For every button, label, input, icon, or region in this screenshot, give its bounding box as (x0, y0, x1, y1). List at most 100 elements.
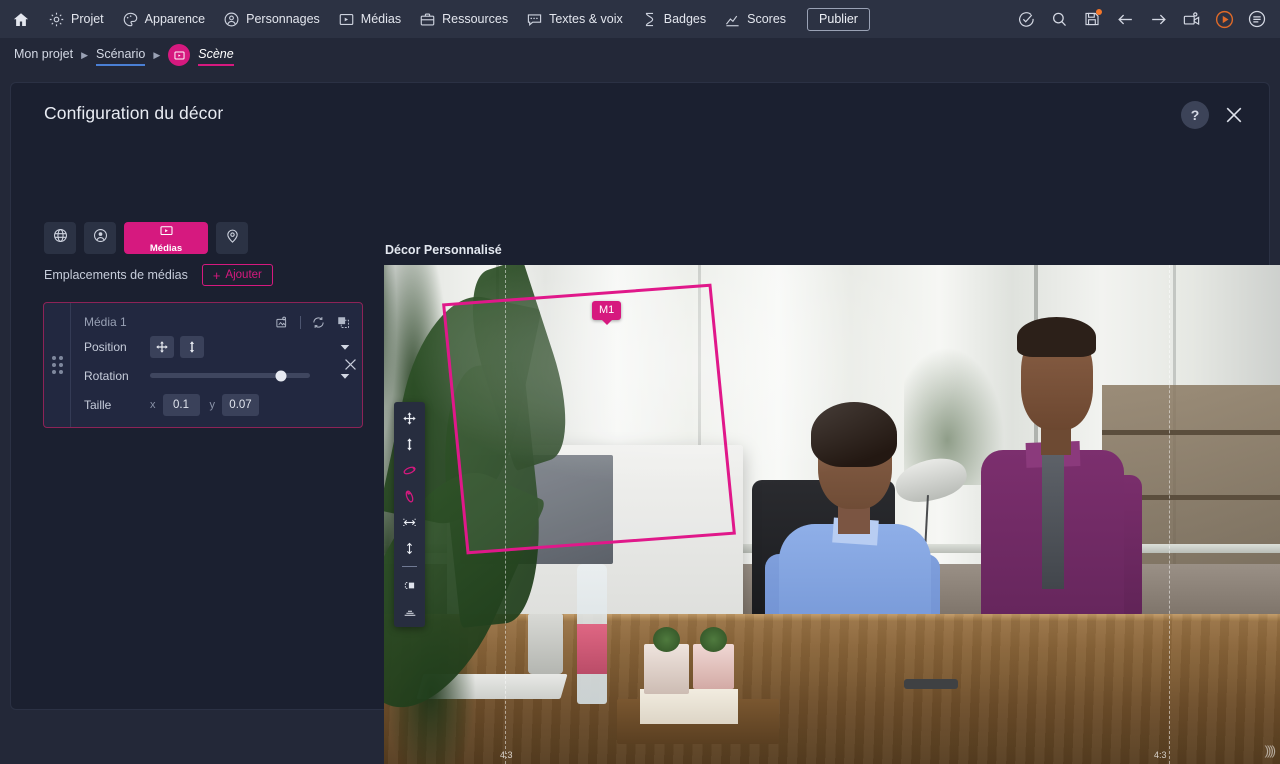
position-row: Position (71, 332, 362, 361)
refresh-icon[interactable] (310, 314, 327, 331)
nav-projet[interactable]: Projet (39, 0, 113, 38)
succulent (653, 626, 680, 652)
divider (402, 566, 417, 567)
tab-personnages[interactable] (84, 222, 116, 254)
media-icon (338, 11, 355, 28)
size-y-input[interactable]: 0.07 (222, 393, 259, 416)
align-icon[interactable] (397, 599, 422, 623)
size-label: Taille (84, 397, 112, 412)
divider (300, 315, 301, 329)
speech-bubble-icon (526, 11, 543, 28)
transform-gizmo-toolbar (394, 402, 425, 627)
resize-vertical-icon[interactable] (397, 536, 422, 560)
briefcase-icon (419, 11, 436, 28)
scene-icon (168, 44, 191, 66)
save-icon[interactable] (1077, 4, 1107, 34)
help-button[interactable]: ? (1181, 101, 1209, 129)
top-toolbar: Projet Apparence Personnages Médias Ress… (0, 0, 1280, 38)
move-vertical-icon[interactable] (397, 432, 422, 456)
close-icon[interactable] (1221, 102, 1247, 128)
plant-pot (644, 644, 689, 695)
panel-actions: ? (1181, 101, 1247, 129)
drag-dots (51, 356, 63, 374)
breadcrumb-separator: ▶ (153, 49, 161, 60)
publish-button[interactable]: Publier (807, 7, 870, 31)
tab-medias-label: Médias (149, 242, 183, 254)
preview-label: Décor Personnalisé (385, 243, 502, 257)
home-icon (12, 11, 29, 28)
nav-textes-voix[interactable]: Textes & voix (517, 0, 632, 38)
nav-projet-label: Projet (71, 12, 104, 26)
home-button[interactable] (6, 0, 39, 38)
redo-arrow-icon[interactable] (1143, 4, 1173, 34)
nav-badges[interactable]: Badges (632, 0, 715, 38)
rotation-label: Rotation (84, 368, 129, 383)
page-title: Configuration du décor (44, 103, 224, 123)
check-circle-icon[interactable] (1011, 4, 1041, 34)
unsaved-indicator-dot (1096, 9, 1102, 15)
breadcrumb-scenario[interactable]: Scénario (95, 47, 146, 66)
nav-ressources[interactable]: Ressources (410, 0, 517, 38)
add-media-slot-label: Ajouter (225, 269, 262, 281)
nav-medias-label: Médias (360, 12, 402, 26)
size-y-label: y (209, 398, 216, 411)
position-chevron-down-icon[interactable] (338, 340, 352, 354)
rotation-slider-track[interactable] (150, 370, 310, 381)
breadcrumb-scene[interactable]: Scène (198, 47, 235, 66)
breadcrumb-project[interactable]: Mon projet (14, 47, 73, 64)
media-selection-badge[interactable]: M1 (592, 301, 622, 320)
camera-icon[interactable] (1176, 4, 1206, 34)
shelf-board (1101, 429, 1280, 435)
rotate-x-icon[interactable] (397, 484, 422, 508)
water-bottle-label (576, 624, 608, 675)
rotate-y-icon[interactable] (397, 458, 422, 482)
search-icon[interactable] (1044, 4, 1074, 34)
breadcrumb-separator: ▶ (81, 49, 88, 60)
undo-arrow-icon[interactable] (1110, 4, 1140, 34)
flip-icon[interactable] (397, 573, 422, 597)
drag-handle-icon[interactable] (44, 303, 70, 427)
nav-scores[interactable]: Scores (715, 0, 795, 38)
menu-icon[interactable] (1242, 4, 1272, 34)
duplicate-icon[interactable] (335, 314, 352, 331)
image-picker-icon[interactable] (274, 314, 291, 331)
media-card-body: Média 1 Position Rotation Taille x 0.1 y… (70, 303, 362, 427)
desk-lamp-base (904, 679, 959, 690)
media-icon (159, 223, 174, 243)
rotation-slider-thumb[interactable] (275, 370, 287, 381)
move-z-icon[interactable] (180, 335, 204, 358)
move-icon[interactable] (397, 406, 422, 430)
nav-apparence[interactable]: Apparence (113, 0, 214, 38)
play-icon[interactable] (1209, 4, 1239, 34)
globe-icon (52, 227, 69, 249)
character-man-tie (1042, 454, 1064, 590)
succulent (699, 626, 727, 652)
tab-environnement[interactable] (44, 222, 76, 254)
media-slots-header: Emplacements de médias + Ajouter (44, 264, 273, 286)
rotation-slider[interactable] (150, 370, 338, 381)
nav-personnages-label: Personnages (246, 12, 320, 26)
badge-icon (641, 11, 658, 28)
nav-medias[interactable]: Médias (329, 0, 410, 38)
top-toolbar-right-group (1011, 0, 1280, 38)
tab-medias[interactable]: Médias (124, 222, 208, 254)
tab-points[interactable] (216, 222, 248, 254)
move-xy-icon[interactable] (150, 335, 174, 358)
remove-media-slot-icon[interactable] (341, 355, 359, 373)
media-slot-card[interactable]: Média 1 Position Rotation Taille x 0.1 y… (43, 302, 363, 428)
corner-marker: )))) (1264, 743, 1276, 758)
palette-icon (122, 11, 139, 28)
publish-label: Publier (819, 12, 858, 26)
nav-personnages[interactable]: Personnages (214, 0, 329, 38)
size-x-input[interactable]: 0.1 (162, 393, 200, 416)
scene-preview[interactable]: 4:3 4:3 )))) M1 (384, 265, 1280, 764)
safe-area-guide-right (1169, 265, 1170, 764)
decor-configuration-panel: Configuration du décor ? Médias Emplacem… (10, 82, 1280, 764)
resize-horizontal-icon[interactable] (397, 510, 422, 534)
mode-tabs: Médias (44, 222, 248, 254)
ratio-label-right: 4:3 (1154, 750, 1167, 760)
character-woman-hair (810, 402, 898, 468)
media-slots-label: Emplacements de médias (44, 268, 188, 282)
add-media-slot-button[interactable]: + Ajouter (201, 264, 273, 286)
media-selection-box[interactable] (442, 283, 736, 555)
